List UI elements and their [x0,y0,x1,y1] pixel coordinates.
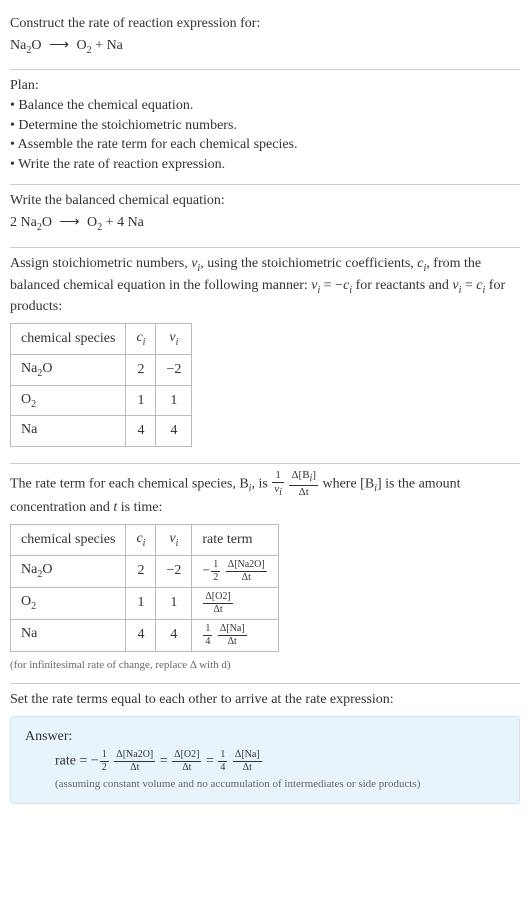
fraction: 14 [218,750,227,773]
cell-rate-term: 14 Δ[Na]Δt [192,619,278,651]
species-na: 4 Na [117,215,144,230]
answer-equation: rate = −12 Δ[Na2O]Δt = Δ[O2]Δt = 14 Δ[Na… [25,750,505,773]
col-species: chemical species [11,524,126,555]
answer-note: (assuming constant volume and no accumul… [25,777,505,792]
stoich-table: chemical species ci νi Na2O 2 −2 O2 1 1 … [10,323,192,447]
answer-label: Answer: [25,727,505,747]
table-row: Na 4 4 [11,416,192,447]
col-rate-term: rate term [192,524,278,555]
species-na2o: 2 Na2O [10,215,52,230]
final-heading: Set the rate terms equal to each other t… [10,690,520,710]
plan-section: Plan: • Balance the chemical equation. •… [10,70,520,185]
table-row: Na2O 2 −2 −12 Δ[Na2O]Δt [11,555,279,587]
col-ci: ci [126,524,156,555]
species-o2: O2 [87,215,102,230]
cell-species: O2 [11,587,126,619]
cell-species: Na [11,416,126,447]
assign-text: Assign stoichiometric numbers, νi, using… [10,254,520,317]
fraction: 14 [203,624,212,647]
fraction: Δ[O2]Δt [172,750,201,773]
table-row: chemical species ci νi [11,323,192,354]
cell-species: Na2O [11,354,126,385]
table-row: Na 4 4 14 Δ[Na]Δt [11,619,279,651]
table-row: O2 1 1 Δ[O2]Δt [11,587,279,619]
arrow-icon: ⟶ [45,36,73,56]
fraction: Δ[Bi]Δt [289,470,318,498]
cell-nui: 1 [156,385,192,416]
unbalanced-equation: Na2O ⟶ O2 + Na [10,36,520,58]
balanced-equation: 2 Na2O ⟶ O2 + 4 Na [10,213,520,235]
cell-species: Na [11,619,126,651]
cell-ci: 1 [126,385,156,416]
cell-rate-term: Δ[O2]Δt [192,587,278,619]
col-ci: ci [126,323,156,354]
col-species: chemical species [11,323,126,354]
fraction: 12 [211,560,220,583]
balanced-heading: Write the balanced chemical equation: [10,191,520,211]
species-na: Na [107,38,123,53]
rate-term-table: chemical species ci νi rate term Na2O 2 … [10,524,279,652]
cell-species: O2 [11,385,126,416]
fraction: Δ[O2]Δt [203,592,232,615]
plan-bullet: • Determine the stoichiometric numbers. [10,116,520,136]
answer-box: Answer: rate = −12 Δ[Na2O]Δt = Δ[O2]Δt =… [10,716,520,804]
footnote: (for infinitesimal rate of change, repla… [10,658,520,673]
cell-ci: 4 [126,416,156,447]
cell-ci: 2 [126,354,156,385]
cell-ci: 1 [126,587,156,619]
col-nui: νi [156,524,192,555]
plan-heading: Plan: [10,76,520,96]
fraction: 12 [100,750,109,773]
plan-bullet: • Balance the chemical equation. [10,96,520,116]
cell-species: Na2O [11,555,126,587]
cell-nui: 4 [156,619,192,651]
cell-ci: 2 [126,555,156,587]
rate-term-text: The rate term for each chemical species,… [10,470,520,518]
arrow-icon: ⟶ [55,213,83,233]
table-row: O2 1 1 [11,385,192,416]
cell-ci: 4 [126,619,156,651]
cell-nui: −2 [156,354,192,385]
fraction: Δ[Na]Δt [218,624,247,647]
final-section: Set the rate terms equal to each other t… [10,684,520,814]
fraction: 1νi [272,470,284,498]
table-row: chemical species ci νi rate term [11,524,279,555]
species-o2: O2 [77,38,92,53]
fraction: Δ[Na]Δt [233,750,262,773]
plan-bullet: • Assemble the rate term for each chemic… [10,135,520,155]
balanced-section: Write the balanced chemical equation: 2 … [10,185,520,247]
fraction: Δ[Na2O]Δt [226,560,267,583]
cell-nui: −2 [156,555,192,587]
table-row: Na2O 2 −2 [11,354,192,385]
plan-bullet: • Write the rate of reaction expression. [10,155,520,175]
cell-nui: 4 [156,416,192,447]
fraction: Δ[Na2O]Δt [114,750,155,773]
species-na2o: Na2O [10,38,41,53]
assign-section: Assign stoichiometric numbers, νi, using… [10,248,520,464]
cell-nui: 1 [156,587,192,619]
prompt-title: Construct the rate of reaction expressio… [10,14,520,34]
col-nui: νi [156,323,192,354]
rate-term-section: The rate term for each chemical species,… [10,464,520,684]
cell-rate-term: −12 Δ[Na2O]Δt [192,555,278,587]
prompt-section: Construct the rate of reaction expressio… [10,8,520,70]
